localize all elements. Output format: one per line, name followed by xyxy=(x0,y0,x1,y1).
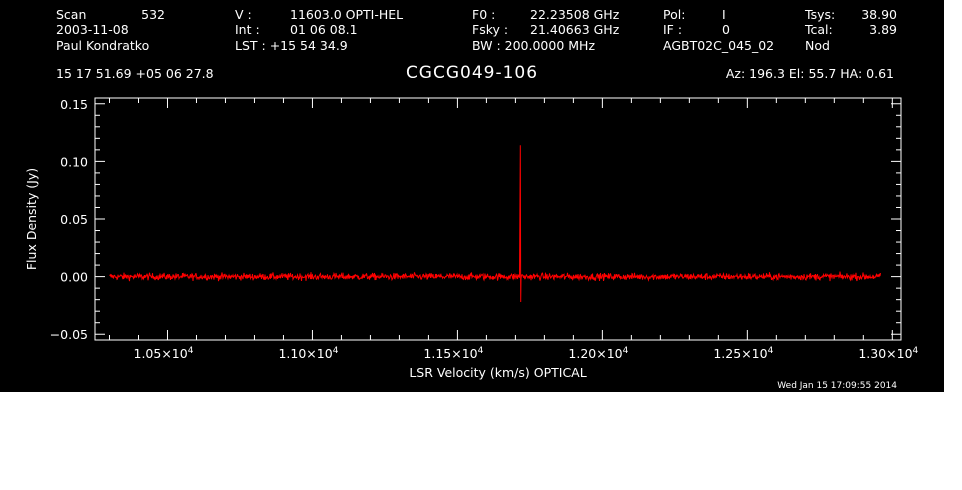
header-cell-r2-c2: LST : +15 54 34.9 xyxy=(235,38,348,53)
header-cell-r1-c7: 0 xyxy=(722,22,730,37)
y-axis-label: Flux Density (Jy) xyxy=(24,168,39,270)
x-tick-label: 1.25×104 xyxy=(713,346,773,361)
header-cell-r1-c4: Fsky : xyxy=(472,22,508,37)
y-tick-label: −0.05 xyxy=(50,327,88,342)
y-tick-label: 0.15 xyxy=(60,97,88,112)
x-axis-label: LSR Velocity (km/s) OPTICAL xyxy=(409,365,586,380)
header-cell-r0-c0: Scan xyxy=(56,7,86,22)
header-cell-r0-c4: F0 : xyxy=(472,7,495,22)
header-cell-r1-c3: 01 06 08.1 xyxy=(290,22,358,37)
header-cell-r1-c5: 21.40663 GHz xyxy=(530,22,620,37)
header-cell-r2-c4: BW : 200.0000 MHz xyxy=(472,38,595,53)
header-block: Scan 532 V : 11603.0 OPTI-HEL F0 : 22.23508 G… xyxy=(56,7,897,53)
y-tick-labels: −0.05 0.00 0.05 0.10 0.15 xyxy=(50,97,88,342)
header-cell-r0-c1: 532 xyxy=(141,7,165,22)
x-tick-label: 1.20×104 xyxy=(568,346,628,361)
timestamp-text: Wed Jan 15 17:09:55 2014 xyxy=(777,381,897,391)
axis-ticks xyxy=(95,98,901,340)
header-cell-r1-c6: IF : xyxy=(663,22,682,37)
az-el-ha-text: Az: 196.3 El: 55.7 HA: 0.61 xyxy=(726,66,894,81)
plot-panel: Scan 532 V : 11603.0 OPTI-HEL F0 : 22.23508 G… xyxy=(0,0,944,392)
y-tick-label: 0.05 xyxy=(60,212,88,227)
header-cell-r0-c5: 22.23508 GHz xyxy=(530,7,620,22)
header-cell-r2-c8: Nod xyxy=(805,38,830,53)
x-tick-label: 1.30×104 xyxy=(858,346,918,361)
header-cell-r1-c2: Int : xyxy=(235,22,260,37)
plot-frame xyxy=(94,97,902,341)
header-cell-r0-c9: 38.90 xyxy=(861,7,897,22)
y-tick-label: 0.00 xyxy=(60,270,88,285)
header-cell-r0-c6: Pol: xyxy=(663,7,685,22)
x-tick-labels: 1.05×104 1.10×104 1.15×104 1.20×104 1.25×104… xyxy=(134,346,919,361)
header-cell-r0-c7: I xyxy=(722,7,726,22)
chart-title: CGCG049-106 xyxy=(406,63,538,83)
header-cell-r0-c2: V : xyxy=(235,7,252,22)
header-cell-r0-c8: Tsys: xyxy=(804,7,835,22)
spectrum-chart: Scan 532 V : 11603.0 OPTI-HEL F0 : 22.23508 G… xyxy=(24,7,919,391)
x-tick-label: 1.15×104 xyxy=(423,346,483,361)
x-tick-label: 1.05×104 xyxy=(134,346,194,361)
header-cell-r2-c0: Paul Kondratko xyxy=(56,38,149,53)
x-tick-label: 1.10×104 xyxy=(278,346,338,361)
coordinates-text: 15 17 51.69 +05 06 27.8 xyxy=(56,66,214,81)
y-tick-label: 0.10 xyxy=(60,154,88,169)
header-cell-r1-c9: 3.89 xyxy=(869,22,897,37)
header-cell-r0-c3: 11603.0 OPTI-HEL xyxy=(290,7,403,22)
header-cell-r1-c8: Tcal: xyxy=(804,22,833,37)
header-cell-r2-c6: AGBT02C_045_02 xyxy=(663,38,774,53)
series-line-flux xyxy=(109,145,881,303)
header-cell-r1-c0: 2003-11-08 xyxy=(56,22,129,37)
